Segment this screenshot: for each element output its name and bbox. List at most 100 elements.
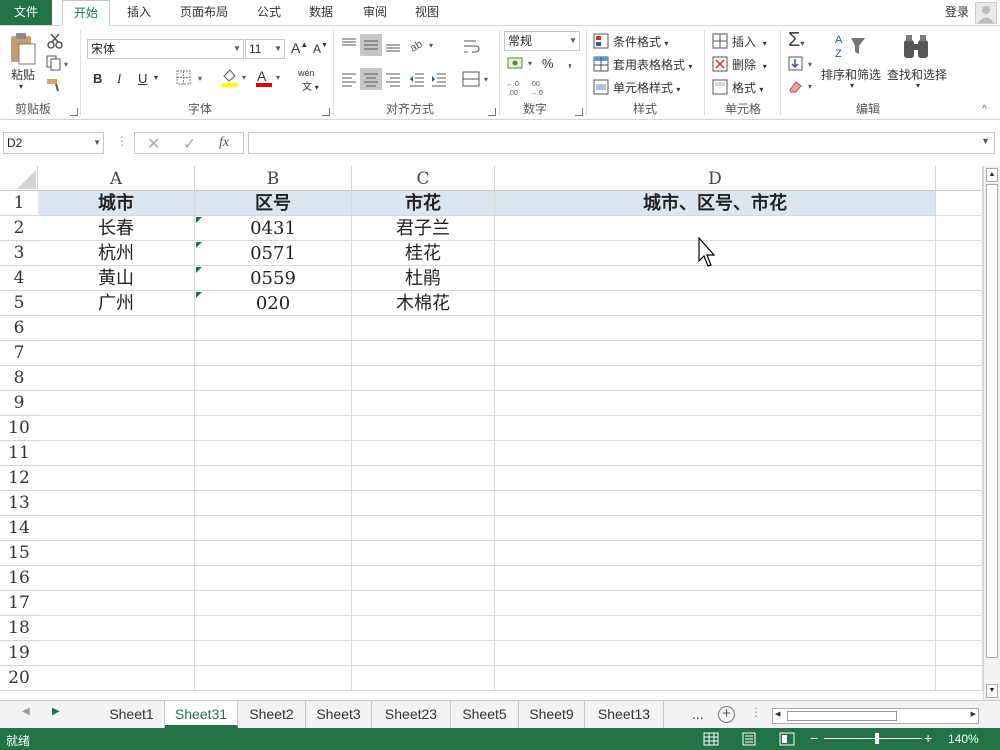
cell[interactable] (936, 216, 983, 241)
sheet-tab[interactable]: Sheet3 (306, 701, 372, 728)
horizontal-scrollbar[interactable]: ◀ ▶ (772, 708, 979, 724)
cell[interactable] (352, 616, 495, 641)
cell[interactable]: 城市、区号、市花 (495, 191, 936, 216)
cell[interactable]: 020 (195, 291, 352, 316)
row-header[interactable]: 14 (0, 516, 38, 541)
cell[interactable] (38, 391, 195, 416)
cell[interactable] (495, 566, 936, 591)
grow-font-icon[interactable]: A▲ (291, 40, 308, 56)
page-break-view-icon[interactable] (779, 732, 795, 749)
percent-style-button[interactable]: % (542, 56, 554, 71)
cell[interactable] (495, 441, 936, 466)
cell[interactable] (195, 316, 352, 341)
sheet-tab[interactable]: Sheet5 (451, 701, 519, 728)
cell[interactable] (936, 516, 983, 541)
cell[interactable] (495, 391, 936, 416)
cell[interactable] (936, 191, 983, 216)
cell[interactable] (495, 591, 936, 616)
zoom-slider[interactable] (824, 738, 922, 739)
accounting-format-icon[interactable]: ▾ (506, 54, 538, 75)
row-header[interactable]: 13 (0, 491, 38, 516)
sheet-tab[interactable]: Sheet9 (519, 701, 585, 728)
copy-icon[interactable]: ▾ (46, 55, 72, 74)
cell[interactable] (495, 316, 936, 341)
cell[interactable] (352, 591, 495, 616)
column-header-c[interactable]: C (352, 166, 495, 191)
cell[interactable] (936, 491, 983, 516)
select-all-corner[interactable] (0, 166, 38, 191)
format-painter-icon[interactable] (46, 77, 64, 96)
clear-icon[interactable]: ▾ (788, 78, 816, 97)
enter-icon[interactable]: ✓ (183, 134, 196, 154)
scroll-up-icon[interactable]: ▲ (986, 168, 998, 182)
cell[interactable] (936, 316, 983, 341)
cell[interactable] (38, 591, 195, 616)
error-indicator-icon[interactable] (196, 267, 202, 273)
cell[interactable] (495, 491, 936, 516)
vertical-scroll-thumb[interactable] (986, 184, 998, 658)
tab-file[interactable]: 文件 (0, 0, 52, 25)
align-right-icon[interactable] (384, 70, 402, 91)
scroll-right-icon[interactable]: ▶ (971, 710, 976, 718)
scroll-sheets-right-icon[interactable]: ▶ (52, 706, 60, 717)
cell[interactable] (195, 616, 352, 641)
column-header-e[interactable] (936, 166, 983, 191)
cell[interactable] (195, 641, 352, 666)
conditional-format-button[interactable]: 条件格式 ▾ (613, 33, 668, 50)
clipboard-launcher-icon[interactable] (70, 108, 78, 116)
more-sheets-button[interactable]: ... (692, 706, 704, 722)
paste-dropdown-icon[interactable]: ▾ (19, 82, 23, 91)
row-header[interactable]: 2 (0, 216, 38, 241)
cell[interactable] (936, 641, 983, 666)
vertical-scrollbar[interactable]: ▲ ▼ (983, 166, 1000, 700)
scroll-sheets-left-icon[interactable]: ◀ (22, 706, 30, 717)
cell[interactable] (495, 416, 936, 441)
cell[interactable] (936, 266, 983, 291)
cell[interactable] (352, 466, 495, 491)
cell[interactable] (352, 366, 495, 391)
cell[interactable] (352, 316, 495, 341)
cell[interactable]: 0431 (195, 216, 352, 241)
alignment-launcher-icon[interactable] (488, 108, 496, 116)
zoom-out-icon[interactable]: − (810, 730, 818, 746)
row-header[interactable]: 12 (0, 466, 38, 491)
cell[interactable] (352, 391, 495, 416)
sheet-tab[interactable]: Sheet1 (99, 701, 165, 728)
delete-cells-button[interactable]: 删除 ▾ (732, 56, 767, 73)
cell[interactable] (936, 541, 983, 566)
increase-decimal-icon[interactable]: ←.0.00 (506, 78, 526, 99)
cell[interactable] (195, 366, 352, 391)
cell[interactable] (352, 641, 495, 666)
row-header[interactable]: 19 (0, 641, 38, 666)
cell[interactable] (495, 516, 936, 541)
decrease-decimal-icon[interactable]: .00 →.0 (530, 78, 550, 99)
cell-styles-button[interactable]: 单元格样式 ▾ (613, 79, 680, 96)
cell[interactable] (936, 666, 983, 691)
cell[interactable] (936, 341, 983, 366)
cell[interactable] (936, 391, 983, 416)
expand-formula-icon[interactable]: ▼ (981, 136, 990, 146)
shrink-font-icon[interactable]: A▼ (313, 42, 328, 56)
font-launcher-icon[interactable] (322, 108, 330, 116)
cell[interactable] (195, 591, 352, 616)
zoom-slider-thumb[interactable] (875, 733, 879, 744)
tab-formulas[interactable]: 公式 (248, 0, 290, 25)
error-indicator-icon[interactable] (196, 217, 202, 223)
cell[interactable] (38, 641, 195, 666)
cell[interactable]: 桂花 (352, 241, 495, 266)
comma-style-button[interactable]: , (568, 54, 572, 69)
cell[interactable] (936, 566, 983, 591)
insert-function-button[interactable]: fx (219, 135, 229, 151)
row-header[interactable]: 1 (0, 191, 38, 216)
name-box[interactable]: D2 ▼ (3, 132, 104, 154)
row-header[interactable]: 16 (0, 566, 38, 591)
cell[interactable] (936, 466, 983, 491)
cell[interactable] (352, 441, 495, 466)
row-header[interactable]: 17 (0, 591, 38, 616)
cell[interactable] (495, 616, 936, 641)
font-size-select[interactable]: 11 ▼ (245, 39, 285, 59)
cell[interactable] (38, 416, 195, 441)
align-top-icon[interactable] (340, 36, 358, 57)
align-middle-icon[interactable] (360, 34, 382, 56)
cell[interactable]: 杭州 (38, 241, 195, 266)
